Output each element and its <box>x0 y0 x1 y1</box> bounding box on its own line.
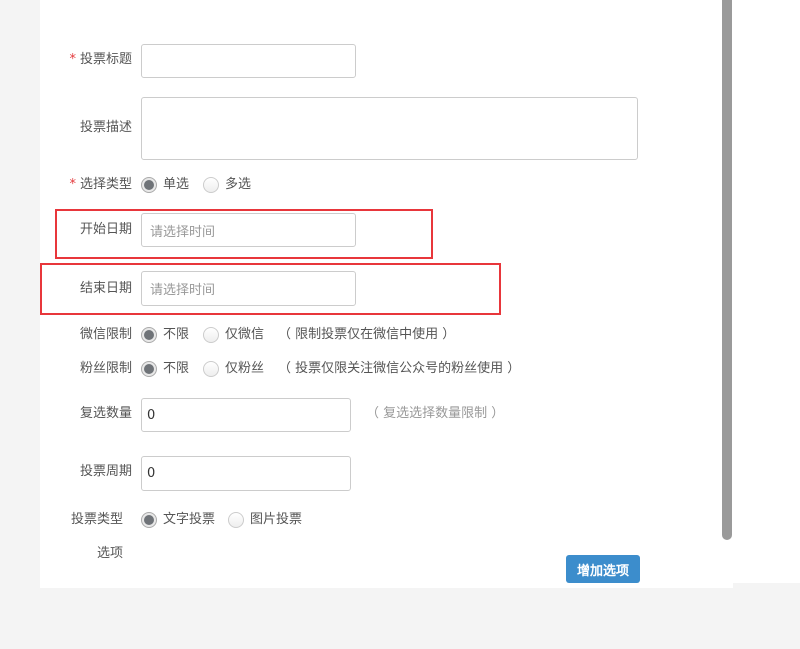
fans-limit-label: 粉丝限制 <box>79 361 132 376</box>
add-option-button[interactable]: 增加选项 <box>566 555 640 583</box>
multi-count-input[interactable]: 0 <box>141 398 351 432</box>
radio-checked-icon <box>141 512 157 528</box>
radio-unchecked-icon <box>228 512 244 528</box>
right-area <box>733 0 800 583</box>
radio-unchecked-icon <box>203 327 219 343</box>
wechat-hint: （ 限制投票仅在微信中使用 ） <box>278 327 456 342</box>
desc-label: 投票描述 <box>79 120 132 135</box>
radio-fans-unlimited[interactable]: 不限 <box>141 360 189 378</box>
multi-count-hint: （ 复选选择数量限制 ） <box>366 406 505 421</box>
radio-single[interactable]: 单选 <box>141 176 189 194</box>
fans-hint: （ 投票仅限关注微信公众号的粉丝使用 ） <box>278 361 521 376</box>
multi-count-label: 复选数量 <box>79 406 132 421</box>
radio-checked-icon <box>141 361 157 377</box>
radio-text-vote[interactable]: 文字投票 <box>141 511 215 529</box>
start-date-label: 开始日期 <box>79 222 132 237</box>
end-date-input[interactable]: 请选择时间 <box>141 271 356 306</box>
options-label: 选项 <box>96 546 123 561</box>
radio-unchecked-icon <box>203 361 219 377</box>
title-input[interactable] <box>141 44 356 78</box>
radio-image-vote[interactable]: 图片投票 <box>228 511 302 529</box>
radio-wechat-unlimited[interactable]: 不限 <box>141 326 189 344</box>
vote-type-label: 投票类型 <box>70 512 123 527</box>
period-input[interactable]: 0 <box>141 456 351 491</box>
desc-textarea[interactable] <box>141 97 638 160</box>
end-date-label: 结束日期 <box>79 281 132 296</box>
radio-unchecked-icon <box>203 177 219 193</box>
radio-fans-only[interactable]: 仅粉丝 <box>203 360 264 378</box>
radio-checked-icon <box>141 327 157 343</box>
start-date-input[interactable]: 请选择时间 <box>141 213 356 247</box>
radio-multi[interactable]: 多选 <box>203 176 251 194</box>
radio-wechat-only[interactable]: 仅微信 <box>203 326 264 344</box>
select-type-label: * 选择类型 <box>69 177 132 192</box>
radio-checked-icon <box>141 177 157 193</box>
wechat-limit-label: 微信限制 <box>79 327 132 342</box>
title-label: * 投票标题 <box>69 52 132 67</box>
period-label: 投票周期 <box>79 464 132 479</box>
scrollbar[interactable] <box>722 0 732 540</box>
